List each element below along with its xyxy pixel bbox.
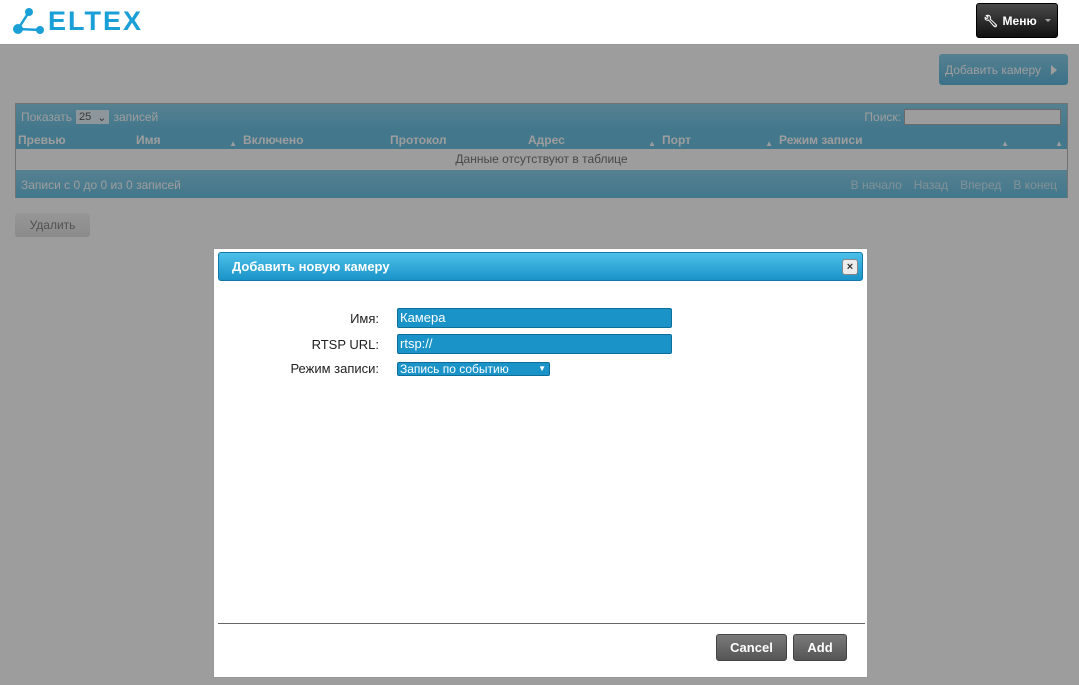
eltex-logo[interactable]: ELTEX (12, 6, 143, 36)
mode-row: Режим записи: Запись по событию ▼ (214, 361, 550, 376)
close-icon[interactable]: × (842, 259, 858, 275)
dialog-divider (218, 623, 865, 624)
wrench-icon: 🔧︎ (983, 13, 999, 28)
dialog-titlebar[interactable]: Добавить новую камеру × (218, 252, 863, 281)
top-header: ELTEX 🔧︎ Меню (0, 0, 1079, 45)
menu-label: Меню (1002, 13, 1037, 28)
add-button[interactable]: Add (793, 634, 847, 661)
url-row: RTSP URL: rtsp:// (214, 334, 672, 354)
name-row: Имя: Камера (214, 308, 672, 328)
caret-down-icon (1044, 19, 1051, 22)
name-input[interactable]: Камера (397, 308, 672, 328)
record-mode-select[interactable]: Запись по событию ▼ (397, 361, 550, 376)
record-mode-label: Режим записи: (290, 361, 379, 376)
name-label: Имя: (350, 310, 379, 326)
logo-mark-icon (13, 8, 44, 34)
record-mode-value: Запись по событию (400, 361, 509, 376)
logo-text: ELTEX (48, 5, 144, 36)
chevron-down-icon: ▼ (538, 363, 546, 373)
rtsp-url-input[interactable]: rtsp:// (397, 334, 672, 354)
rtsp-url-label: RTSP URL: (311, 336, 379, 352)
dialog-title: Добавить новую камеру (232, 259, 390, 274)
cancel-button[interactable]: Cancel (716, 634, 787, 661)
add-camera-dialog: Добавить новую камеру × Имя: Камера RTSP… (213, 248, 868, 678)
main-menu-button[interactable]: 🔧︎ Меню (976, 3, 1058, 38)
